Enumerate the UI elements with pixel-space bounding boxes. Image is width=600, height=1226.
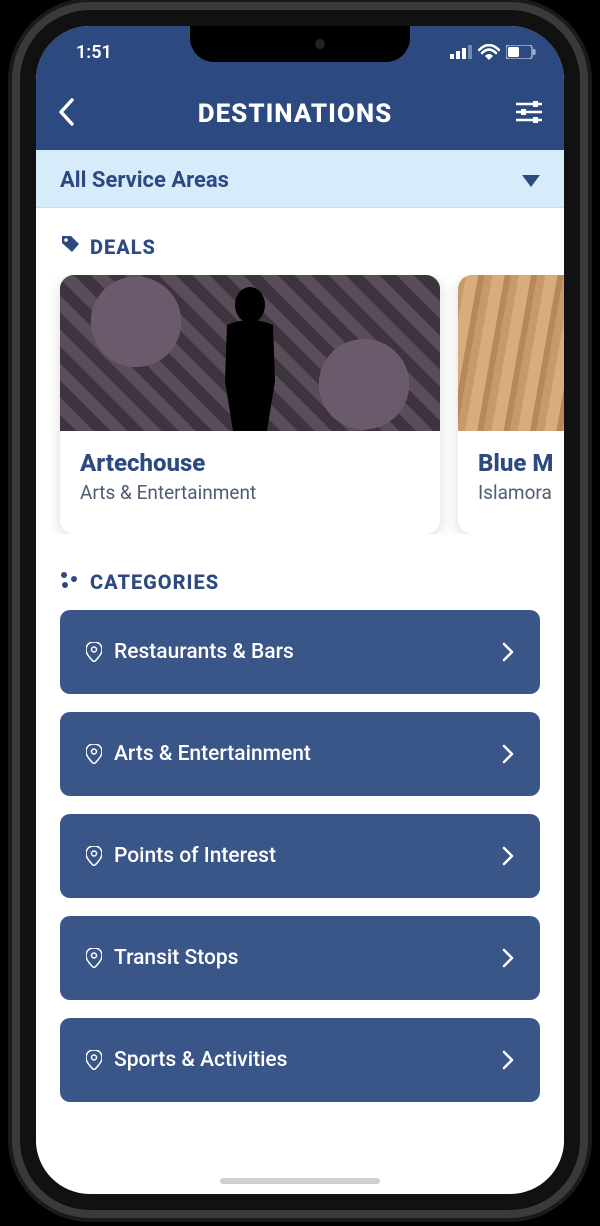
deal-subtitle: Arts & Entertainment	[80, 481, 420, 504]
chevron-right-icon	[502, 642, 514, 662]
chevron-right-icon	[502, 948, 514, 968]
categories-section-header: CATEGORIES	[60, 564, 540, 610]
status-time: 1:51	[76, 42, 112, 63]
category-label: Restaurants & Bars	[114, 640, 294, 664]
pin-icon	[86, 948, 102, 968]
category-label: Arts & Entertainment	[114, 742, 311, 766]
category-label: Points of Interest	[114, 844, 276, 868]
category-item-poi[interactable]: Points of Interest	[60, 814, 540, 898]
category-item-arts[interactable]: Arts & Entertainment	[60, 712, 540, 796]
dots-icon	[60, 570, 80, 594]
category-item-sports[interactable]: Sports & Activities	[60, 1018, 540, 1102]
deals-carousel[interactable]: Artechouse Arts & Entertainment Blue M I…	[36, 275, 564, 534]
chevron-right-icon	[502, 1050, 514, 1070]
chevron-right-icon	[502, 846, 514, 866]
chevron-left-icon	[58, 98, 74, 126]
chevron-right-icon	[502, 744, 514, 764]
caret-down-icon	[522, 168, 540, 193]
pin-icon	[86, 1050, 102, 1070]
category-item-restaurants[interactable]: Restaurants & Bars	[60, 610, 540, 694]
nav-header: DESTINATIONS	[36, 78, 564, 150]
page-title: DESTINATIONS	[198, 99, 393, 129]
wifi-icon	[478, 44, 500, 60]
category-item-transit[interactable]: Transit Stops	[60, 916, 540, 1000]
deal-subtitle: Islamora	[478, 481, 564, 504]
deal-image	[60, 275, 440, 431]
person-silhouette-icon	[207, 281, 293, 431]
pin-icon	[86, 642, 102, 662]
service-area-dropdown[interactable]: All Service Areas	[36, 150, 564, 208]
back-button[interactable]	[58, 98, 74, 130]
deal-title: Artechouse	[80, 449, 420, 477]
tag-icon	[60, 234, 80, 259]
filter-button[interactable]	[516, 100, 542, 128]
battery-icon	[506, 45, 536, 59]
deals-section-header: DEALS	[36, 228, 564, 275]
category-label: Transit Stops	[114, 946, 239, 970]
deal-title: Blue M	[478, 449, 564, 477]
deal-card[interactable]: Artechouse Arts & Entertainment	[60, 275, 440, 534]
pin-icon	[86, 846, 102, 866]
pin-icon	[86, 744, 102, 764]
deals-label: DEALS	[90, 235, 156, 259]
home-indicator[interactable]	[220, 1178, 380, 1184]
deal-image	[458, 275, 564, 431]
categories-label: CATEGORIES	[90, 570, 219, 594]
deal-card[interactable]: Blue M Islamora	[458, 275, 564, 534]
sliders-icon	[516, 100, 542, 124]
cellular-icon	[450, 45, 472, 59]
category-label: Sports & Activities	[114, 1048, 287, 1072]
service-area-selected: All Service Areas	[60, 168, 229, 193]
